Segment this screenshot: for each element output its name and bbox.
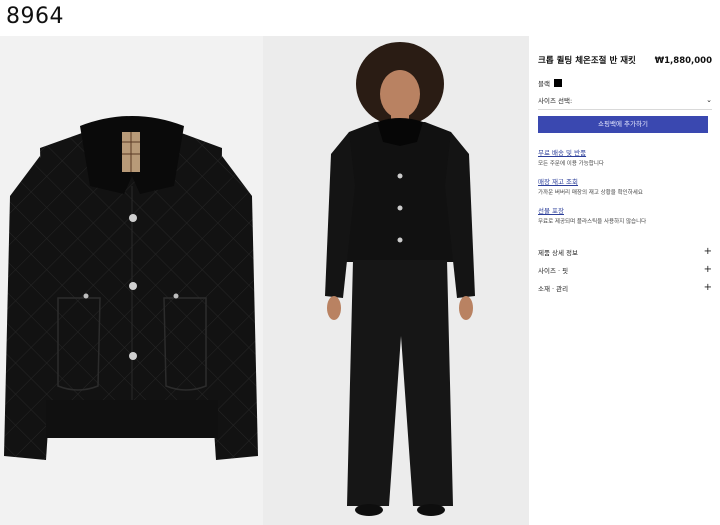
jacket-flatlay-illustration [4,116,258,460]
plus-icon: + [703,246,712,257]
service-link-store-stock[interactable]: 매장 재고 조회 [538,176,712,186]
chevron-down-icon: ⌄ [706,96,712,104]
plus-icon: + [703,264,712,275]
details-accordion: 제품 상세 정보 + 사이즈 · 핏 + 소재 · 관리 + [538,243,712,297]
accordion-label: 제품 상세 정보 [538,249,579,257]
service-item: 무료 배송 및 반품 모든 주문에 이용 가능합니다 [538,147,712,167]
color-selector[interactable]: 블랙 [538,78,712,88]
service-desc: 가까운 버버리 매장의 재고 상황을 확인하세요 [538,190,643,196]
accordion-label: 소재 · 관리 [538,285,569,293]
service-list: 무료 배송 및 반품 모든 주문에 이용 가능합니다 매장 재고 조회 가까운 … [538,147,712,225]
product-image-flatlay[interactable] [0,36,263,525]
product-info-panel: 크롭 퀼팅 체온조절 반 재킷 ₩1,880,000 블랙 사이즈 선택: ⌄ … [532,36,720,525]
product-image-model[interactable] [263,36,529,525]
product-title: 크롭 퀼팅 체온조절 반 재킷 [538,56,636,66]
color-swatch[interactable] [553,79,562,87]
accordion-size-fit[interactable]: 사이즈 · 핏 + [538,261,712,279]
size-select[interactable]: 사이즈 선택: ⌄ [538,95,712,110]
plus-icon: + [703,282,712,293]
service-link-shipping[interactable]: 무료 배송 및 반품 [538,147,712,157]
service-item: 선물 포장 무료로 제공되며 플라스틱을 사용하지 않습니다 [538,205,712,225]
accordion-material-care[interactable]: 소재 · 관리 + [538,279,712,297]
product-price: ₩1,880,000 [654,56,712,66]
service-link-gift-wrap[interactable]: 선물 포장 [538,205,712,215]
accordion-product-details[interactable]: 제품 상세 정보 + [538,243,712,261]
model-illustration [325,42,475,516]
accordion-label: 사이즈 · 핏 [538,267,569,275]
add-to-cart-button[interactable]: 쇼핑백에 추가하기 [538,116,708,133]
product-code: 8964 [6,4,64,29]
title-row: 크롭 퀼팅 체온조절 반 재킷 ₩1,880,000 [538,54,712,66]
size-select-label: 사이즈 선택: [538,97,573,105]
color-label: 블랙 [538,80,550,88]
service-desc: 모든 주문에 이용 가능합니다 [538,161,604,167]
service-item: 매장 재고 조회 가까운 버버리 매장의 재고 상황을 확인하세요 [538,176,712,196]
service-desc: 무료로 제공되며 플라스틱을 사용하지 않습니다 [538,219,647,225]
